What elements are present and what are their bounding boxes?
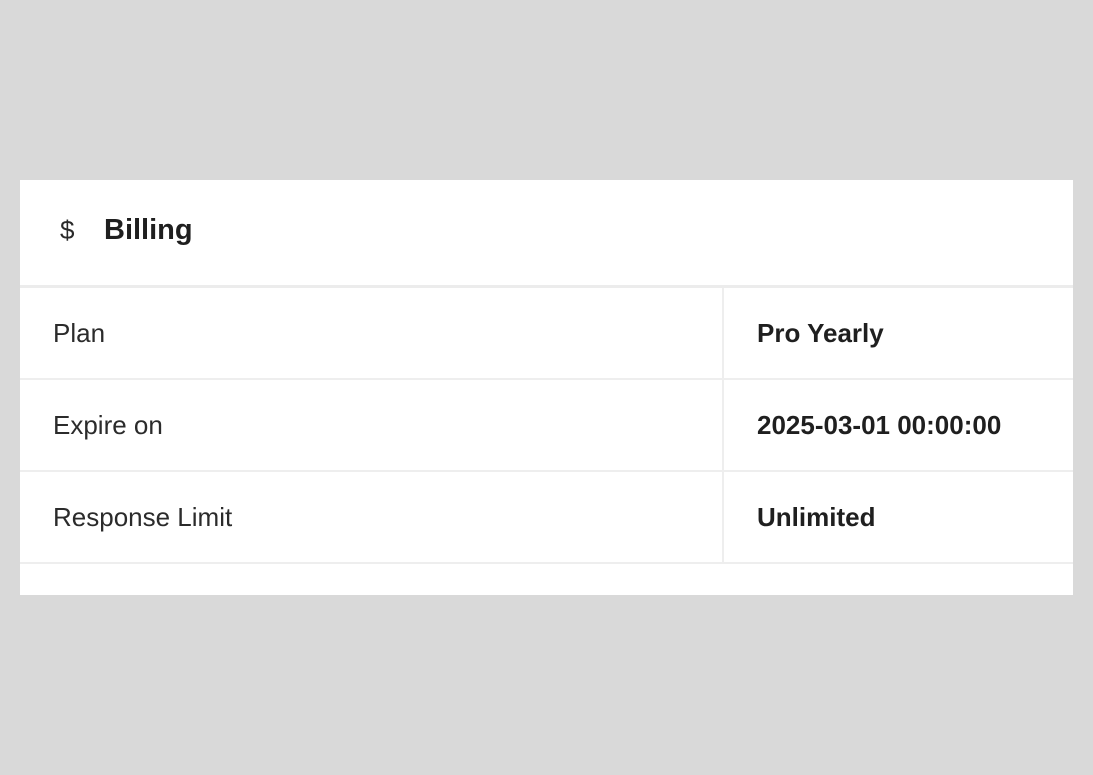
plan-value: Pro Yearly: [757, 317, 884, 348]
dollar-icon: $: [60, 215, 75, 245]
billing-title: Billing: [104, 214, 193, 246]
table-row-plan: Plan Pro Yearly: [20, 288, 1073, 380]
billing-table: Plan Pro Yearly Expire on 2025-03-01 00:…: [20, 288, 1073, 564]
billing-card: $ Billing Plan Pro Yearly Expire on 2025…: [20, 180, 1073, 595]
table-row-response-limit: Response Limit Unlimited: [20, 472, 1073, 564]
expire-label: Expire on: [20, 380, 724, 470]
billing-header: $ Billing: [20, 180, 1073, 288]
response-limit-value: Unlimited: [757, 501, 876, 532]
response-limit-label: Response Limit: [20, 472, 724, 562]
expire-value: 2025-03-01 00:00:00: [757, 409, 1002, 440]
plan-label: Plan: [20, 288, 724, 378]
table-row-expire: Expire on 2025-03-01 00:00:00: [20, 380, 1073, 472]
